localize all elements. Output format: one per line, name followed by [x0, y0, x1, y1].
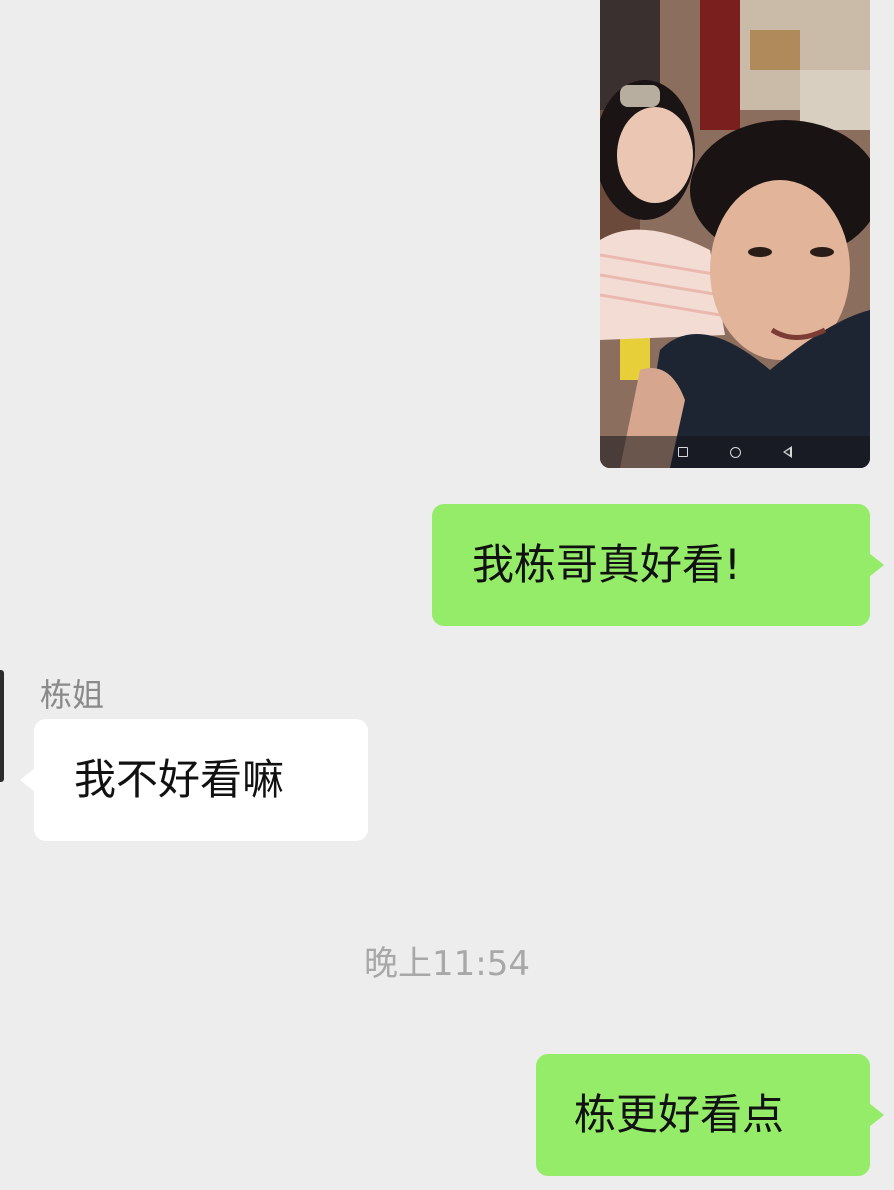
nav-back-icon	[783, 446, 792, 458]
avatar[interactable]	[0, 670, 4, 782]
chat-window: 我栋哥真好看! 栋姐 我不好看嘛 晚上11:54 栋更好看点	[0, 0, 894, 1190]
selfie-photo	[600, 0, 870, 468]
bubble-tail	[869, 1103, 884, 1127]
bubble-tail	[869, 553, 884, 577]
android-nav-bar	[600, 436, 870, 468]
message-text: 我不好看嘛	[74, 755, 285, 804]
received-message-bubble[interactable]: 我不好看嘛	[20, 719, 368, 841]
bubble-tail	[20, 768, 35, 792]
sent-message-bubble[interactable]: 我栋哥真好看!	[432, 504, 884, 626]
nav-recents-icon	[678, 447, 688, 457]
nav-home-icon	[730, 446, 741, 458]
timestamp: 晚上11:54	[364, 944, 530, 984]
message-text: 栋更好看点	[574, 1090, 785, 1139]
message-text: 我栋哥真好看!	[472, 540, 741, 589]
photo-message[interactable]	[600, 0, 870, 468]
sent-message-bubble[interactable]: 栋更好看点	[536, 1054, 884, 1176]
sender-name: 栋姐	[40, 676, 105, 714]
